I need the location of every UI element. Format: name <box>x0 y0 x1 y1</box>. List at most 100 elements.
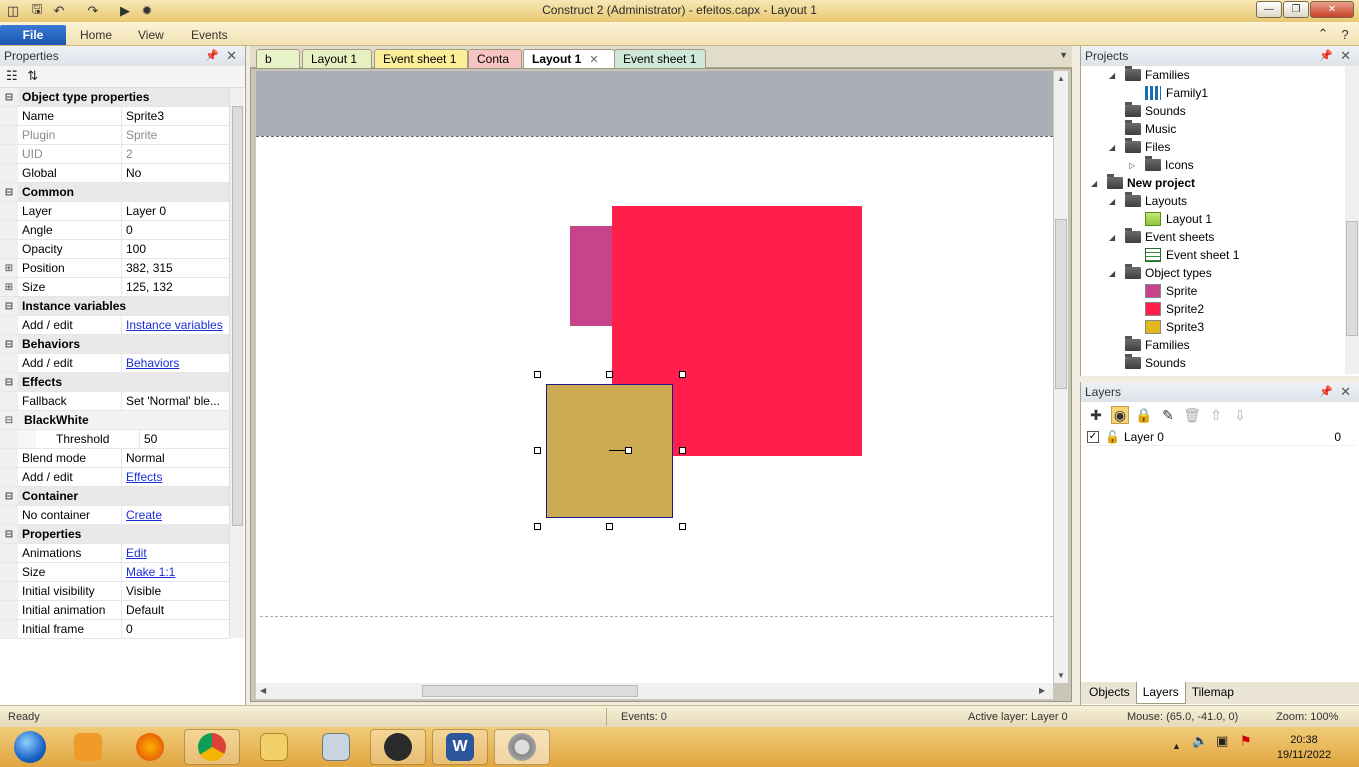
close-icon[interactable]: ✕ <box>1340 48 1351 64</box>
expand-toggle-icon[interactable]: ⊟ <box>0 487 18 505</box>
property-value[interactable]: Normal <box>122 449 229 467</box>
property-category[interactable]: ⊟ Object type properties <box>0 88 229 107</box>
expand-toggle-icon[interactable]: ⊟ <box>0 183 18 201</box>
taskbar-media-player[interactable] <box>60 729 116 765</box>
tabs-dropdown-icon[interactable]: ▼ <box>1059 50 1068 60</box>
minimize-button[interactable]: — <box>1256 1 1282 18</box>
expand-toggle-icon[interactable]: ⊟ <box>0 411 18 429</box>
tree-item[interactable]: ◢ New project <box>1091 174 1195 192</box>
property-row[interactable]: Threshold 50 <box>0 430 229 449</box>
tree-expander-icon[interactable]: ◢ <box>1109 197 1119 206</box>
property-value[interactable]: Layer 0 <box>122 202 229 220</box>
property-row[interactable]: Add / edit Instance variables <box>0 316 229 335</box>
pin-icon[interactable]: 📌 <box>205 49 219 62</box>
scroll-down-icon[interactable]: ▼ <box>1057 671 1065 680</box>
scroll-right-icon[interactable]: ▶ <box>1039 686 1045 695</box>
doc-tab[interactable]: Layout 1 ✕ <box>523 49 615 69</box>
taskbar-construct2[interactable] <box>370 729 426 765</box>
property-row[interactable]: Fallback Set 'Normal' ble... <box>0 392 229 411</box>
property-category[interactable]: ⊟ Effects <box>0 373 229 392</box>
scroll-thumb[interactable] <box>422 685 638 697</box>
maximize-button[interactable]: ❐ <box>1283 1 1309 18</box>
property-row[interactable]: No container Create <box>0 506 229 525</box>
scroll-left-icon[interactable]: ◀ <box>260 686 266 695</box>
layout-horizontal-scrollbar[interactable]: ◀ ▶ <box>256 683 1053 699</box>
start-button[interactable] <box>2 729 58 765</box>
tree-item[interactable]: ◢ Event sheets <box>1109 228 1214 246</box>
tree-item[interactable]: ◢ Object types <box>1109 264 1212 282</box>
tree-item[interactable]: Layout 1 <box>1129 210 1212 228</box>
edit-pencil-icon[interactable]: ✎ <box>1159 406 1177 424</box>
tree-item[interactable]: Family1 <box>1129 84 1208 102</box>
tree-expander-icon[interactable]: ▷ <box>1129 161 1139 170</box>
property-link[interactable]: Behaviors <box>122 354 229 372</box>
resize-handle-s[interactable] <box>606 523 613 530</box>
layer-visible-checkbox[interactable]: ✓ <box>1087 430 1099 443</box>
ribbon-tab-file[interactable]: File <box>0 25 66 45</box>
resize-handle-sw[interactable] <box>534 523 541 530</box>
taskbar-word[interactable]: W <box>432 729 488 765</box>
tab-objects[interactable]: Objects <box>1083 682 1136 704</box>
property-link[interactable]: Edit <box>122 544 229 562</box>
property-value[interactable]: 0 <box>122 221 229 239</box>
property-category[interactable]: ⊟ Common <box>0 183 229 202</box>
expand-toggle-icon[interactable]: ⊞ <box>0 278 18 296</box>
property-link[interactable]: Instance variables <box>122 316 229 334</box>
expand-toggle-icon[interactable]: ⊟ <box>0 373 18 391</box>
resize-handle-ne[interactable] <box>679 371 686 378</box>
system-clock[interactable]: 20:38 19/11/2022 <box>1268 733 1340 763</box>
taskbar-explorer[interactable] <box>246 729 302 765</box>
property-value[interactable]: No <box>122 164 229 182</box>
tree-expander-icon[interactable]: ◢ <box>1091 179 1101 188</box>
property-value[interactable]: 0 <box>122 620 229 638</box>
property-value[interactable]: Sprite <box>122 126 229 144</box>
property-value[interactable]: Sprite3 <box>122 107 229 125</box>
taskbar-firefox[interactable] <box>122 729 178 765</box>
sprite3-instance-selected[interactable] <box>546 384 673 518</box>
help-icon[interactable]: ? <box>1336 25 1354 43</box>
property-link[interactable]: Effects <box>122 468 229 486</box>
scroll-thumb[interactable] <box>1346 221 1358 336</box>
taskbar-settings-app[interactable] <box>494 729 550 765</box>
property-category[interactable]: ⊟ Instance variables <box>0 297 229 316</box>
property-row[interactable]: Initial frame 0 <box>0 620 229 639</box>
origin-handle[interactable] <box>625 447 632 454</box>
tree-item[interactable]: Families <box>1109 336 1190 354</box>
sort-alpha-icon[interactable]: ⇅ <box>27 68 38 83</box>
doc-tab[interactable]: Event sheet 1 <box>374 49 468 68</box>
property-row[interactable]: Layer Layer 0 <box>0 202 229 221</box>
property-row[interactable]: Global No <box>0 164 229 183</box>
network-icon[interactable]: ▣ <box>1216 733 1228 749</box>
expand-toggle-icon[interactable]: ⊟ <box>0 88 18 106</box>
layer-row[interactable]: ✓ 🔓 Layer 0 0 <box>1087 428 1355 446</box>
property-row[interactable]: Add / edit Behaviors <box>0 354 229 373</box>
resize-handle-n[interactable] <box>606 371 613 378</box>
scroll-thumb[interactable] <box>232 106 243 526</box>
property-link[interactable]: Create <box>122 506 229 524</box>
property-category[interactable]: ⊟ Behaviors <box>0 335 229 354</box>
property-row[interactable]: Plugin Sprite <box>0 126 229 145</box>
property-value[interactable]: 50 <box>140 430 229 448</box>
property-value[interactable]: Set 'Normal' ble... <box>122 392 229 410</box>
doc-tab[interactable]: b <box>256 49 300 68</box>
visibility-eye-icon[interactable]: ◉ <box>1111 406 1129 424</box>
taskbar-calculator[interactable] <box>308 729 364 765</box>
ribbon-collapse-icon[interactable]: ⌃ <box>1314 25 1332 43</box>
add-layer-icon[interactable]: ✚ <box>1087 406 1105 424</box>
ribbon-tab-view[interactable]: View <box>132 25 170 45</box>
ribbon-tab-home[interactable]: Home <box>74 25 118 45</box>
tree-item[interactable]: Sprite <box>1129 282 1197 300</box>
close-icon[interactable]: ✕ <box>1340 384 1351 400</box>
pin-icon[interactable]: 📌 <box>1319 49 1333 62</box>
property-value[interactable]: 125, 132 <box>122 278 229 296</box>
property-row[interactable]: Angle 0 <box>0 221 229 240</box>
property-row[interactable]: Animations Edit <box>0 544 229 563</box>
tray-expand-icon[interactable]: ▲ <box>1172 741 1181 751</box>
property-value[interactable]: 2 <box>122 145 229 163</box>
move-up-icon[interactable]: ⇧ <box>1207 406 1225 424</box>
resize-handle-nw[interactable] <box>534 371 541 378</box>
tree-item[interactable]: Sounds <box>1109 102 1186 120</box>
tree-item[interactable]: ▷ Icons <box>1129 156 1194 174</box>
property-row[interactable]: UID 2 <box>0 145 229 164</box>
property-value[interactable]: 382, 315 <box>122 259 229 277</box>
